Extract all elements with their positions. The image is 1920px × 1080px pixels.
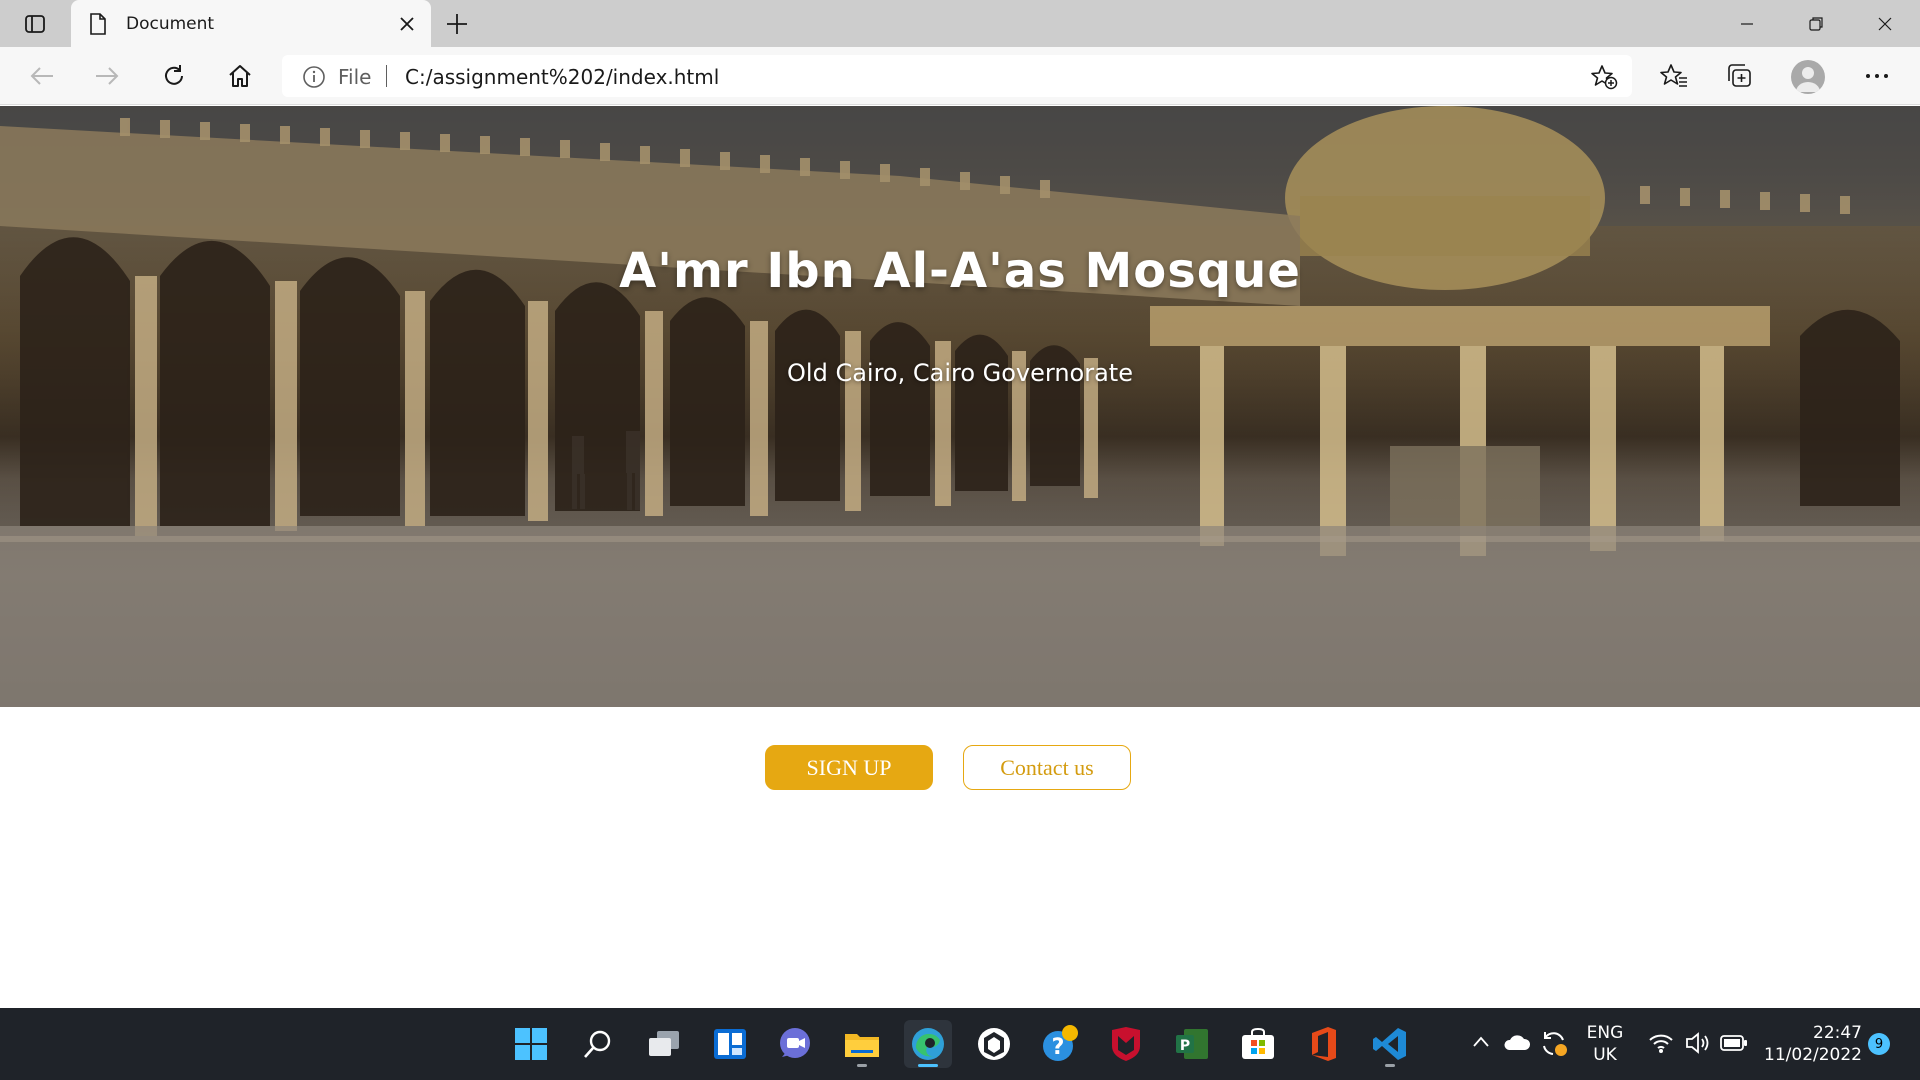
help-icon: ? xyxy=(1043,1025,1078,1061)
edge-button[interactable] xyxy=(904,1020,952,1068)
mcafee-button[interactable] xyxy=(1102,1020,1150,1068)
running-indicator xyxy=(1385,1064,1395,1067)
document-icon xyxy=(89,13,107,40)
onedrive-cloud-icon[interactable] xyxy=(1503,1032,1531,1057)
windows-logo-icon xyxy=(515,1028,547,1060)
edge-browser-icon xyxy=(912,1028,944,1060)
settings-more-button[interactable] xyxy=(1859,59,1895,93)
plus-icon xyxy=(447,14,467,34)
restore-button[interactable] xyxy=(1782,0,1850,47)
hero-banner: A'mr Ibn Al-A'as Mosque Old Cairo, Cairo… xyxy=(0,106,1920,707)
new-tab-button[interactable] xyxy=(443,10,471,38)
sync-icon[interactable] xyxy=(1539,1028,1569,1063)
restore-icon xyxy=(1809,16,1823,31)
tab-actions-button[interactable] xyxy=(18,10,52,38)
wifi-icon[interactable] xyxy=(1648,1032,1674,1059)
favorites-icon xyxy=(1660,64,1687,87)
favorites-button[interactable] xyxy=(1656,59,1692,93)
teams-chat-icon xyxy=(780,1028,810,1058)
get-help-button[interactable]: ? xyxy=(1036,1020,1084,1068)
store-icon xyxy=(1242,1027,1274,1059)
more-dots-icon xyxy=(1866,74,1888,78)
chevron-up-icon[interactable] xyxy=(1471,1032,1491,1057)
address-url[interactable]: C:/assignment%202/index.html xyxy=(405,65,719,89)
task-view-button[interactable] xyxy=(640,1020,688,1068)
task-view-icon xyxy=(649,1031,679,1056)
home-button[interactable] xyxy=(222,59,258,93)
input-language-indicator[interactable]: ENG UK xyxy=(1578,1022,1632,1066)
arrow-right-icon xyxy=(96,67,119,85)
microsoft-store-button[interactable] xyxy=(1234,1020,1282,1068)
tab-actions-icon xyxy=(25,15,45,33)
minimize-button[interactable] xyxy=(1713,0,1781,47)
mcafee-shield-icon xyxy=(1112,1027,1140,1061)
arrow-left-icon xyxy=(30,67,53,85)
clock-time: 22:47 xyxy=(1813,1023,1862,1043)
refresh-icon xyxy=(165,65,183,85)
minimize-icon xyxy=(1741,22,1753,25)
search-button[interactable] xyxy=(574,1020,622,1068)
address-bar[interactable]: File C:/assignment%202/index.html xyxy=(282,55,1632,97)
clock-date: 11/02/2022 xyxy=(1764,1045,1862,1065)
forward-button[interactable] xyxy=(89,59,125,93)
project-icon: P xyxy=(1176,1029,1208,1059)
widgets-icon xyxy=(714,1029,746,1059)
browser-toolbar: File C:/assignment%202/index.html xyxy=(0,47,1920,105)
refresh-button[interactable] xyxy=(156,59,192,93)
office-icon xyxy=(1312,1027,1336,1061)
app-button[interactable] xyxy=(970,1020,1018,1068)
vscode-icon xyxy=(1373,1028,1406,1060)
close-icon xyxy=(1878,17,1892,30)
language-code: ENG xyxy=(1586,1023,1624,1043)
address-scheme-label: File xyxy=(338,65,372,89)
chat-button[interactable] xyxy=(772,1020,820,1068)
collections-button[interactable] xyxy=(1722,59,1758,93)
search-icon xyxy=(584,1030,611,1058)
contact-us-button[interactable]: Contact us xyxy=(963,745,1131,790)
running-indicator xyxy=(857,1064,867,1067)
collections-icon xyxy=(1728,64,1751,87)
battery-icon[interactable] xyxy=(1720,1034,1748,1057)
browser-tab-strip: Document xyxy=(0,0,1920,47)
language-region: UK xyxy=(1593,1045,1617,1065)
folder-icon xyxy=(845,1034,879,1057)
notification-count-badge[interactable]: 9 xyxy=(1868,1033,1890,1055)
office-button[interactable] xyxy=(1300,1020,1348,1068)
page-subtitle: Old Cairo, Cairo Governorate xyxy=(787,359,1133,387)
volume-icon[interactable] xyxy=(1684,1031,1712,1060)
svg-text:?: ? xyxy=(1052,1035,1065,1060)
file-explorer-button[interactable] xyxy=(838,1020,886,1068)
info-icon[interactable] xyxy=(302,65,326,94)
widgets-button[interactable] xyxy=(706,1020,754,1068)
tab-close-icon[interactable] xyxy=(397,14,417,34)
windows-taskbar: ? P ENG UK 22:47 11/02/2022 xyxy=(0,1008,1920,1080)
project-button[interactable]: P xyxy=(1168,1020,1216,1068)
home-icon xyxy=(229,65,251,87)
browser-tab-active[interactable]: Document xyxy=(71,0,431,47)
clock[interactable]: 22:47 11/02/2022 xyxy=(1762,1022,1862,1066)
profile-avatar[interactable] xyxy=(1791,60,1825,94)
mosque-courtyard-image xyxy=(0,106,1920,707)
tab-title: Document xyxy=(126,14,215,34)
app-icon xyxy=(978,1028,1010,1060)
svg-text:P: P xyxy=(1180,1038,1190,1054)
close-window-button[interactable] xyxy=(1851,0,1919,47)
signup-button[interactable]: SIGN UP xyxy=(765,745,933,790)
page-title: A'mr Ibn Al-A'as Mosque xyxy=(619,243,1301,299)
add-favorite-icon[interactable] xyxy=(1590,64,1618,95)
start-button[interactable] xyxy=(507,1020,555,1068)
vscode-button[interactable] xyxy=(1366,1020,1414,1068)
user-icon xyxy=(1796,67,1820,92)
active-indicator xyxy=(918,1064,938,1067)
address-separator xyxy=(386,65,387,87)
back-button[interactable] xyxy=(24,59,60,93)
